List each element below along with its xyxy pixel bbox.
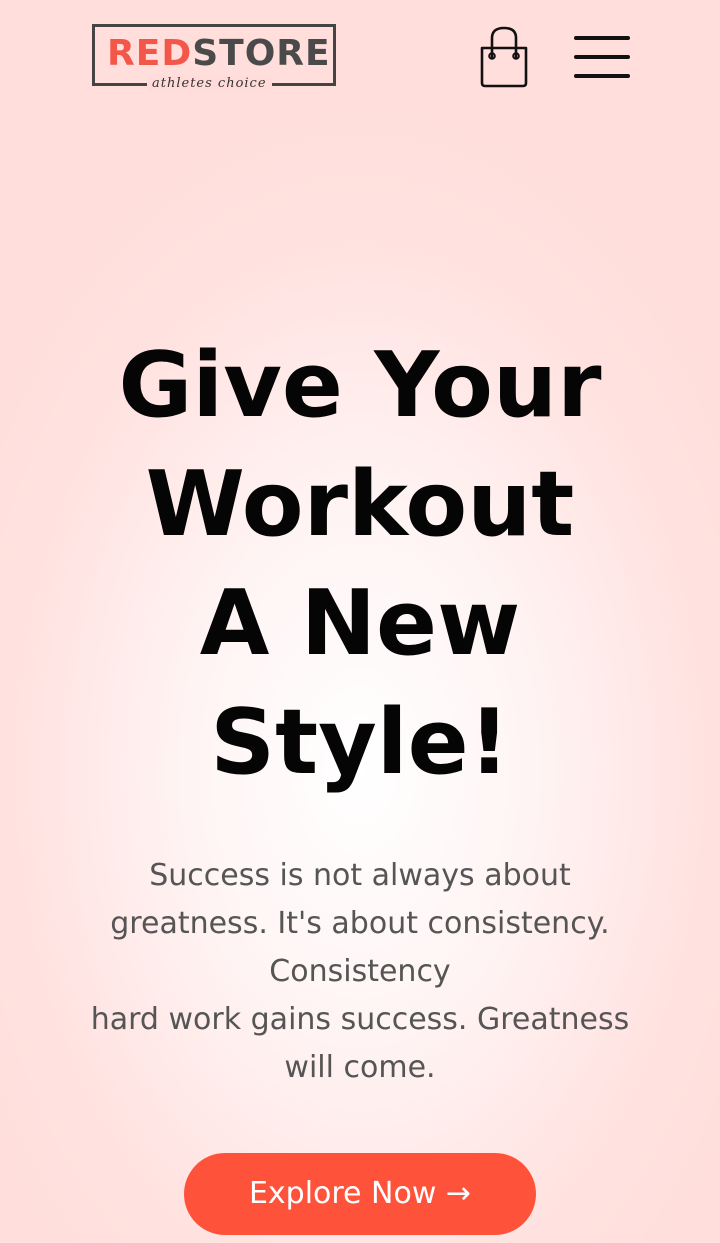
hamburger-menu-icon[interactable] [572, 34, 632, 80]
hero-description-line: Consistency [269, 954, 451, 989]
hero-title-line: Style! [210, 690, 510, 795]
redstore-logo[interactable]: REDSTORE athletes choice [92, 24, 336, 92]
hero-description-line: greatness. It's about consistency. [110, 906, 610, 941]
shopping-bag-icon[interactable] [478, 26, 530, 90]
hero-title: Give Your Workout A New Style! [0, 326, 720, 802]
hero-description-line: hard work gains success. Greatness [90, 1002, 630, 1037]
logo-tagline: athletes choice [147, 76, 272, 92]
hero-description-line: will come. [284, 1050, 436, 1085]
hero-title-line: Workout [145, 452, 575, 557]
navbar: REDSTORE athletes choice [0, 0, 720, 110]
hero-title-line: A New [199, 571, 521, 676]
logo-dark-text: STORE [192, 33, 331, 74]
logo-red-text: RED [107, 33, 193, 74]
explore-now-button[interactable]: Explore Now → [184, 1153, 536, 1235]
logo-wordmark: REDSTORE [107, 34, 331, 74]
hero-description-line: Success is not always about [149, 858, 571, 893]
hero-title-line: Give Your [118, 333, 602, 438]
hero-description: Success is not always about greatness. I… [60, 852, 660, 1092]
